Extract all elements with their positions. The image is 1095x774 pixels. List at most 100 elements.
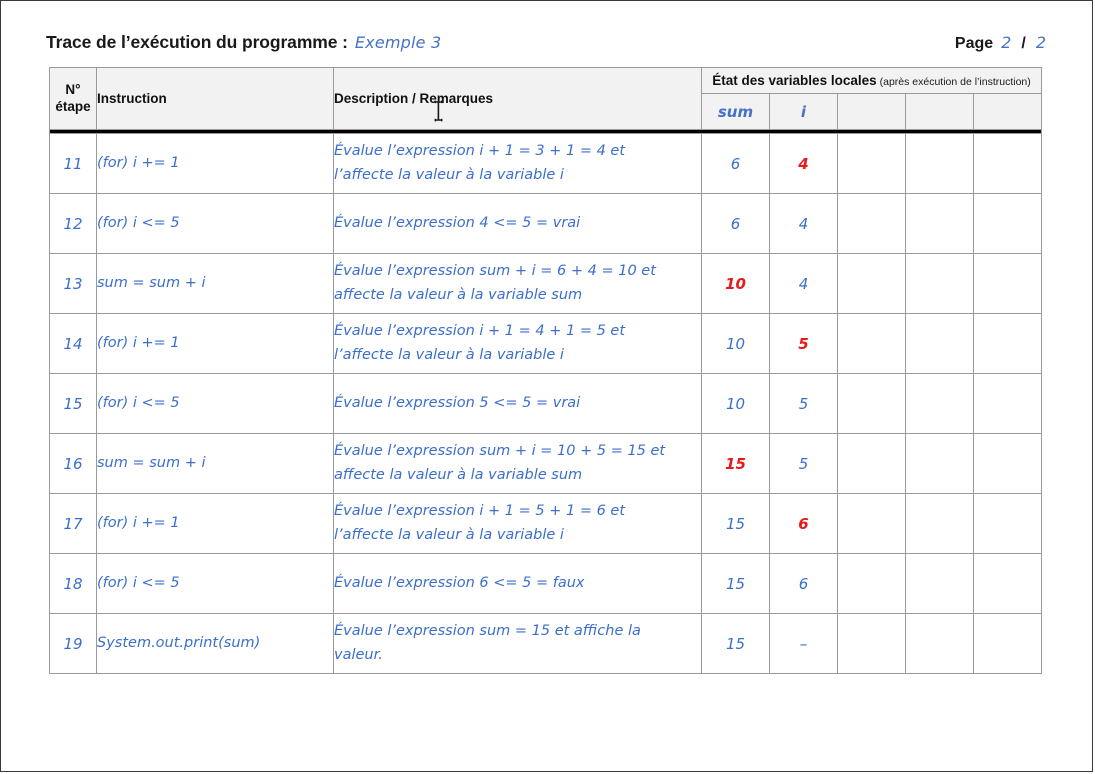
cell-value-empty-4 (905, 493, 974, 554)
page-title-text: Trace de l’exécution du programme : (46, 32, 348, 52)
cell-description: Évalue l’expression i + 1 = 3 + 1 = 4 et… (333, 133, 702, 194)
cell-value-i: 5 (769, 373, 838, 434)
cell-description: Évalue l’expression i + 1 = 4 + 1 = 5 et… (333, 313, 702, 374)
cell-value-empty-4 (905, 313, 974, 374)
column-header-variables-group: État des variables locales (après exécuti… (700, 67, 1043, 94)
cell-value-empty-4 (905, 433, 974, 494)
description-line-1: Évalue l’expression sum + i = 10 + 5 = 1… (334, 443, 666, 460)
cell-value-empty-4 (905, 373, 974, 434)
description-line-2: l’affecte la valeur à la variable i (334, 526, 564, 543)
cell-value-empty-3 (837, 313, 906, 374)
table-row: 15 (for) i <= 5 Évalue l’expression 5 <= 5… (49, 373, 1043, 434)
page-title-example: Exemple 3 (354, 33, 442, 52)
table-row: 12 (for) i <= 5 Évalue l’expression 4 <= 5… (49, 193, 1043, 254)
cell-value-sum: 6 (701, 133, 770, 194)
variables-group-note: (après exécution de l’instruction) (879, 75, 1031, 88)
cell-value-empty-3 (837, 193, 906, 254)
cell-value-sum: 15 (701, 613, 770, 674)
description-line-1: Évalue l’expression 5 <= 5 = vrai (334, 394, 581, 411)
column-header-description: Description / Remarques (333, 67, 702, 130)
page-indicator: Page 2 / 2 (955, 33, 1046, 53)
page-title: Trace de l’exécution du programme : Exem… (46, 32, 441, 53)
cell-instruction: sum = sum + i (96, 253, 334, 314)
cell-step-number: 13 (49, 253, 97, 314)
cell-instruction: (for) i += 1 (96, 493, 334, 554)
cell-value-empty-5 (972, 433, 1043, 494)
cell-instruction: (for) i <= 5 (96, 553, 334, 614)
description-line-1: Évalue l’expression sum = 15 et affiche … (334, 623, 641, 640)
cell-value-sum: 15 (701, 493, 770, 554)
cell-instruction: System.out.print(sum) (96, 613, 334, 674)
description-line-2: l’affecte la valeur à la variable i (334, 166, 564, 183)
column-header-var-4 (905, 93, 974, 130)
description-line-2: affecte la valeur à la variable sum (334, 466, 583, 483)
cell-value-empty-5 (972, 493, 1043, 554)
cell-value-sum: 10 (701, 373, 770, 434)
cell-value-empty-5 (972, 313, 1043, 374)
column-header-instruction: Instruction (96, 67, 334, 130)
cell-step-number: 15 (49, 373, 97, 434)
execution-trace-table: N° étape Instruction Description / Remar… (48, 67, 1043, 674)
cell-step-number: 17 (49, 493, 97, 554)
description-line-1: Évalue l’expression 6 <= 5 = faux (334, 574, 585, 591)
cell-value-empty-4 (905, 613, 974, 674)
cell-instruction: (for) i += 1 (96, 313, 334, 374)
page-separator: / (1021, 35, 1026, 52)
cell-value-empty-5 (972, 133, 1043, 194)
cell-value-sum: 15 (701, 553, 770, 614)
cell-value-empty-5 (972, 373, 1043, 434)
cell-step-number: 14 (49, 313, 97, 374)
table-row: 19 System.out.print(sum) Évalue l’expressi… (49, 613, 1043, 674)
cell-value-sum: 10 (701, 313, 770, 374)
cell-step-number: 12 (49, 193, 97, 254)
cell-step-number: 18 (49, 553, 97, 614)
description-line-1: Évalue l’expression sum + i = 6 + 4 = 10… (334, 263, 656, 280)
cell-step-number: 11 (49, 133, 97, 194)
table-body: 11 (for) i += 1 Évalue l’expression i + 1 … (49, 133, 1043, 674)
page-total-number: 2 (1035, 33, 1046, 52)
cell-description: Évalue l’expression 5 <= 5 = vrai (333, 373, 702, 434)
description-line-1: Évalue l’expression i + 1 = 5 + 1 = 6 et (334, 503, 626, 520)
cell-instruction: sum = sum + i (96, 433, 334, 494)
cell-value-sum: 15 (701, 433, 770, 494)
cell-value-empty-3 (837, 433, 906, 494)
description-line-2: affecte la valeur à la variable sum (334, 286, 583, 303)
description-line-1: Évalue l’expression i + 1 = 3 + 1 = 4 et (334, 143, 626, 160)
cell-description: Évalue l’expression 6 <= 5 = faux (333, 553, 702, 614)
table-header: N° étape Instruction Description / Remar… (48, 67, 1043, 134)
cell-value-i: 4 (769, 253, 838, 314)
description-line-1: Évalue l’expression 4 <= 5 = vrai (334, 214, 581, 231)
table-row: 13 sum = sum + i Évalue l’expression sum +… (49, 253, 1043, 314)
cell-description: Évalue l’expression i + 1 = 5 + 1 = 6 et… (333, 493, 702, 554)
cell-value-empty-4 (905, 253, 974, 314)
cell-value-sum: 10 (701, 253, 770, 314)
cell-value-i: – (769, 613, 838, 674)
cell-value-empty-5 (972, 613, 1043, 674)
column-header-var-sum: sum (701, 93, 770, 130)
cell-value-empty-4 (905, 193, 974, 254)
cell-instruction: (for) i += 1 (96, 133, 334, 194)
cell-instruction: (for) i <= 5 (96, 373, 334, 434)
cell-description: Évalue l’expression sum + i = 6 + 4 = 10… (333, 253, 702, 314)
page-header: Trace de l’exécution du programme : Exem… (46, 32, 1046, 62)
cell-description: Évalue l’expression sum + i = 10 + 5 = 1… (333, 433, 702, 494)
page-current-number: 2 (1001, 33, 1012, 52)
table-row: 14 (for) i += 1 Évalue l’expression i + 1 … (49, 313, 1043, 374)
cell-instruction: (for) i <= 5 (96, 193, 334, 254)
table-row: 17 (for) i += 1 Évalue l’expression i + 1 … (49, 493, 1043, 554)
cell-step-number: 19 (49, 613, 97, 674)
table-row: 11 (for) i += 1 Évalue l’expression i + 1 … (49, 133, 1043, 194)
cell-value-empty-3 (837, 553, 906, 614)
cell-value-i: 4 (769, 133, 838, 194)
column-header-var-i: i (769, 93, 838, 130)
description-line-2: l’affecte la valeur à la variable i (334, 346, 564, 363)
header-row-top: N° étape Instruction Description / Remar… (49, 67, 1043, 130)
column-header-step: N° étape (49, 67, 97, 130)
cell-value-empty-3 (837, 373, 906, 434)
cell-value-empty-5 (972, 553, 1043, 614)
cell-value-empty-3 (837, 493, 906, 554)
table-row: 16 sum = sum + i Évalue l’expression sum +… (49, 433, 1043, 494)
description-line-1: Évalue l’expression i + 1 = 4 + 1 = 5 et (334, 323, 626, 340)
cell-step-number: 16 (49, 433, 97, 494)
page-label: Page (954, 35, 994, 52)
